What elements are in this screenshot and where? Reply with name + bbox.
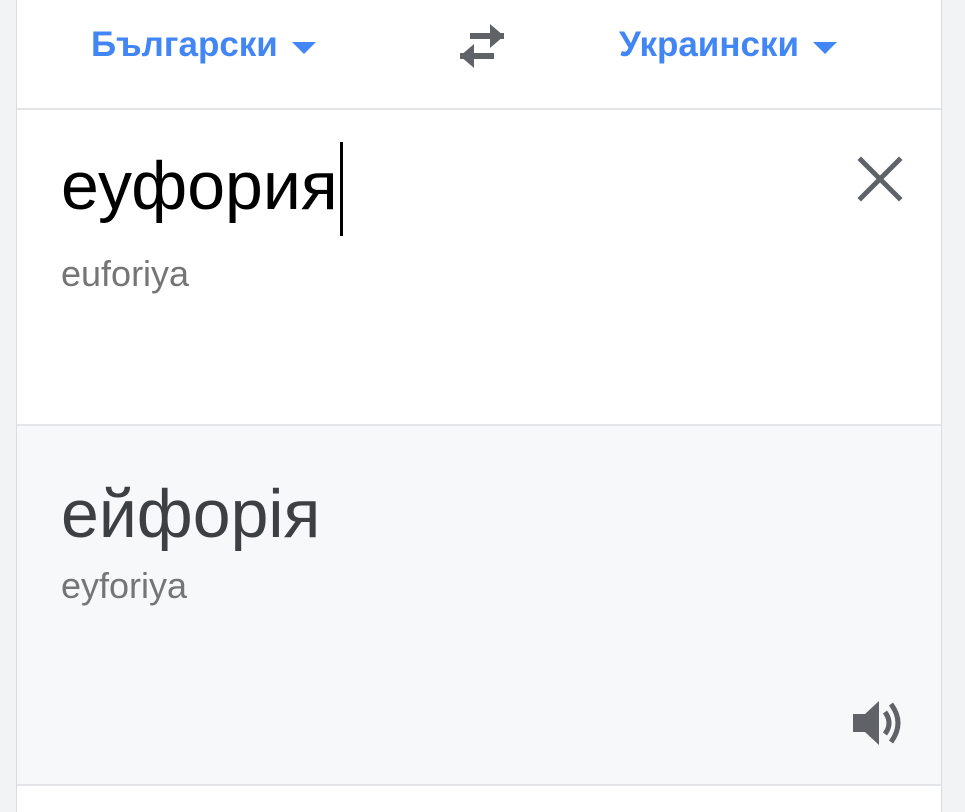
listen-button[interactable] <box>849 696 909 750</box>
translate-card: Български Украински еуфория euforiya ейф… <box>16 0 942 812</box>
source-language-selector[interactable]: Български <box>91 22 316 68</box>
close-icon <box>857 156 903 202</box>
source-transliteration: euforiya <box>61 253 190 294</box>
speaker-icon <box>853 701 901 745</box>
target-transliteration: eyforiya <box>61 565 188 606</box>
chevron-down-icon <box>291 42 316 54</box>
source-language-label: Български <box>91 25 278 64</box>
chevron-down-icon <box>812 42 837 54</box>
language-bar: Български Украински <box>17 0 941 110</box>
target-language-selector[interactable]: Украински <box>619 22 837 68</box>
translation-output-area: ейфорія eyforiya <box>17 426 941 786</box>
target-language-label: Украински <box>619 25 799 64</box>
clear-input-button[interactable] <box>855 154 905 204</box>
source-input-area[interactable]: еуфория euforiya <box>17 110 941 426</box>
swap-arrows-icon <box>460 24 504 68</box>
translated-text: ейфорія <box>61 476 321 552</box>
text-cursor <box>339 142 343 236</box>
source-text: еуфория <box>61 148 338 224</box>
source-text-input[interactable]: еуфория <box>61 142 343 236</box>
swap-languages-button[interactable] <box>447 20 517 72</box>
